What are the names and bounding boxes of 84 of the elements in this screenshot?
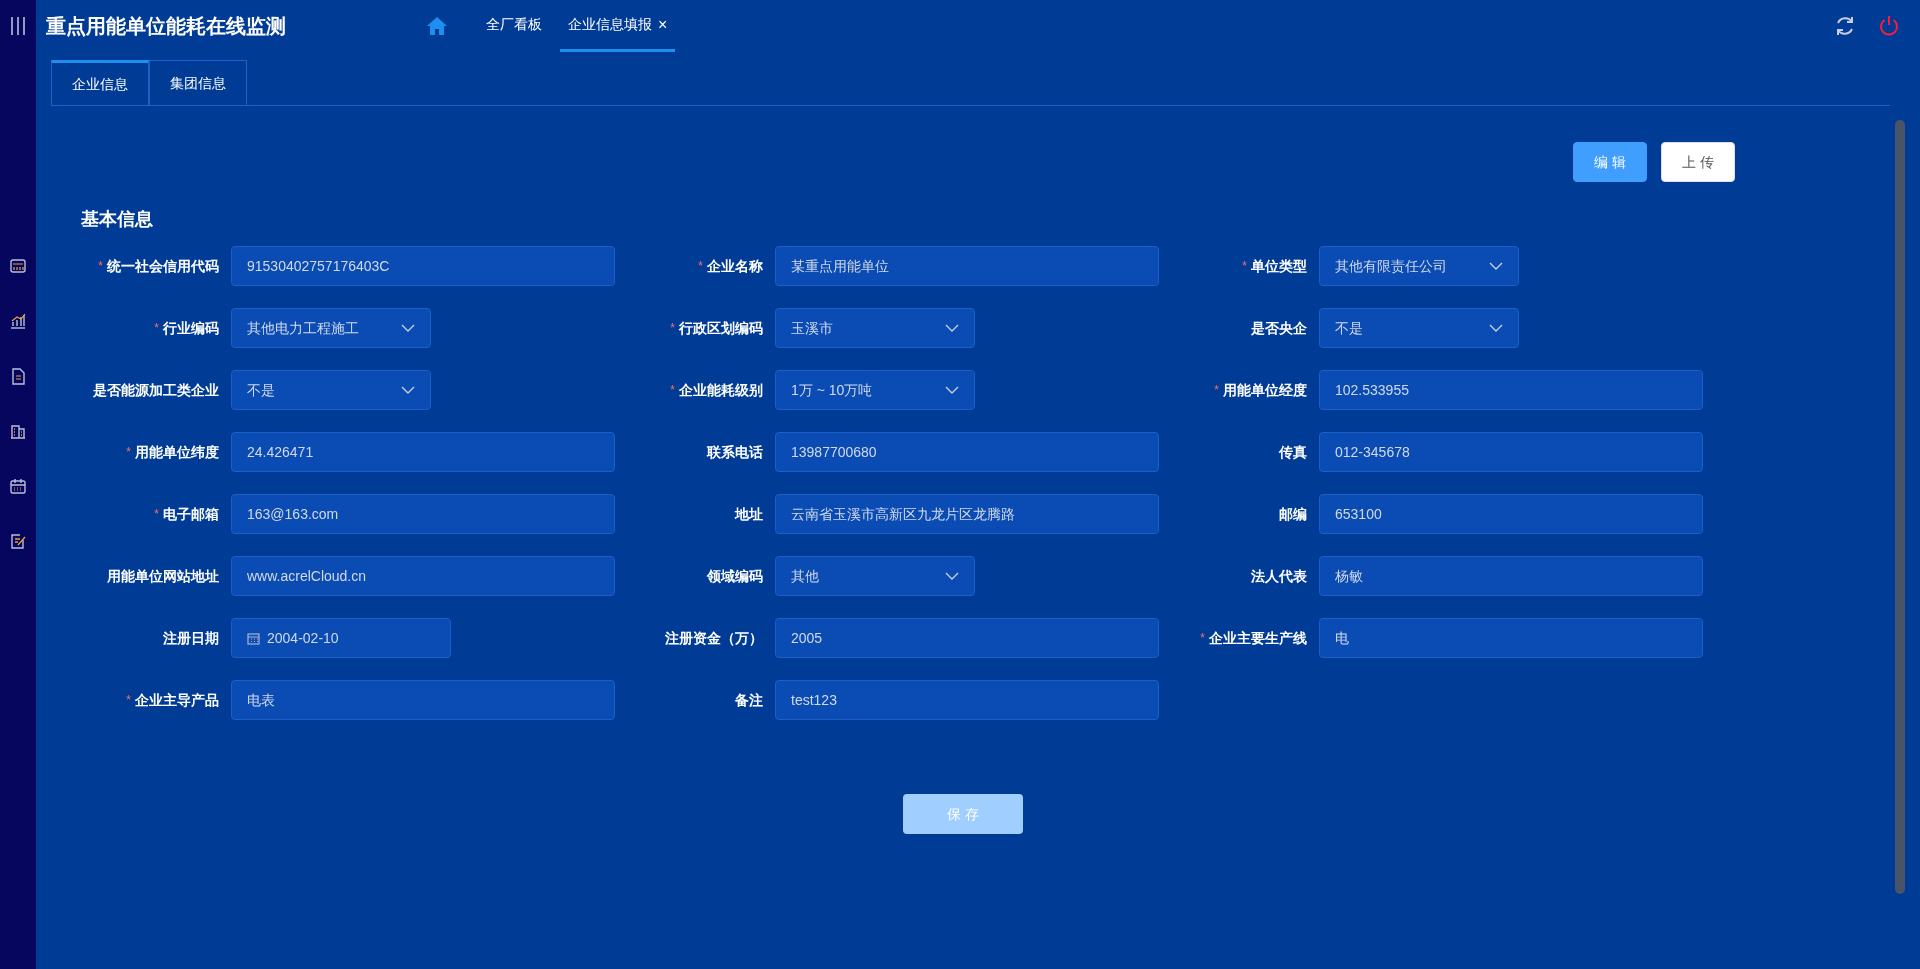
- input-field[interactable]: www.acrelCloud.cn: [231, 556, 615, 596]
- input-field[interactable]: 2005: [775, 618, 1159, 658]
- chevron-down-icon: [945, 572, 959, 580]
- document-icon[interactable]: [9, 367, 27, 385]
- input-field[interactable]: 24.426471: [231, 432, 615, 472]
- required-mark: *: [154, 506, 159, 523]
- select-field[interactable]: 1万 ~ 10万吨: [775, 370, 975, 410]
- close-icon[interactable]: ×: [658, 12, 668, 37]
- field-label: 地址: [735, 504, 763, 524]
- input-field[interactable]: 163@163.com: [231, 494, 615, 534]
- input-field[interactable]: 653100: [1319, 494, 1703, 534]
- select-field[interactable]: 其他: [775, 556, 975, 596]
- input-field[interactable]: 云南省玉溪市高新区九龙片区龙腾路: [775, 494, 1159, 534]
- field-label: 企业主要生产线: [1209, 628, 1307, 648]
- select-field[interactable]: 其他有限责任公司: [1319, 246, 1519, 286]
- input-field[interactable]: 012-345678: [1319, 432, 1703, 472]
- input-field[interactable]: 13987700680: [775, 432, 1159, 472]
- building-icon[interactable]: [9, 422, 27, 440]
- app-title: 重点用能单位能耗在线监测: [46, 14, 287, 39]
- select-field[interactable]: 不是: [1319, 308, 1519, 348]
- input-field[interactable]: 杨敏: [1319, 556, 1703, 596]
- input-field[interactable]: 电表: [231, 680, 615, 720]
- field-label: 邮编: [1279, 504, 1307, 524]
- edit-icon[interactable]: [9, 532, 27, 550]
- select-field[interactable]: 不是: [231, 370, 431, 410]
- field-label: 企业能耗级别: [679, 380, 763, 400]
- chevron-down-icon: [401, 324, 415, 332]
- field-label: 电子邮箱: [163, 504, 219, 524]
- chevron-down-icon: [401, 386, 415, 394]
- select-field[interactable]: 玉溪市: [775, 308, 975, 348]
- input-field[interactable]: 某重点用能单位: [775, 246, 1159, 286]
- field-label: 领域编码: [707, 566, 763, 586]
- field-label: 用能单位经度: [1223, 380, 1307, 400]
- field-label: 企业名称: [707, 256, 763, 276]
- field-label: 传真: [1279, 442, 1307, 462]
- field-label: 行政区划编码: [679, 318, 763, 338]
- tab[interactable]: 企业信息: [51, 60, 149, 105]
- calendar-icon: [247, 631, 260, 645]
- date-field[interactable]: 2004-02-10: [231, 618, 451, 658]
- input-field[interactable]: 102.533955: [1319, 370, 1703, 410]
- bar-chart-icon[interactable]: [9, 312, 27, 330]
- refresh-icon[interactable]: [1834, 15, 1856, 37]
- field-label: 联系电话: [707, 442, 763, 462]
- select-field[interactable]: 其他电力工程施工: [231, 308, 431, 348]
- field-label: 注册资金（万）: [665, 628, 763, 648]
- required-mark: *: [1214, 382, 1219, 399]
- field-label: 统一社会信用代码: [107, 256, 219, 276]
- chevron-down-icon: [945, 386, 959, 394]
- chevron-down-icon: [1489, 262, 1503, 270]
- calendar-icon[interactable]: [9, 477, 27, 495]
- field-label: 单位类型: [1251, 256, 1307, 276]
- chevron-down-icon: [1489, 324, 1503, 332]
- input-field[interactable]: test123: [775, 680, 1159, 720]
- home-icon[interactable]: [426, 16, 448, 36]
- field-label: 注册日期: [163, 628, 219, 648]
- nav-tab[interactable]: 企业信息填报 ×: [560, 0, 676, 52]
- nav-tab[interactable]: 全厂看板: [478, 0, 550, 52]
- chevron-down-icon: [945, 324, 959, 332]
- required-mark: *: [1200, 630, 1205, 647]
- field-label: 企业主导产品: [135, 690, 219, 710]
- tab[interactable]: 集团信息: [149, 60, 247, 105]
- menu-icon[interactable]: [10, 16, 26, 36]
- upload-button[interactable]: 上 传: [1661, 142, 1735, 182]
- required-mark: *: [1242, 258, 1247, 275]
- field-label: 用能单位网站地址: [107, 566, 219, 586]
- field-label: 是否能源加工类企业: [93, 380, 219, 400]
- input-field[interactable]: 91530402757176403C: [231, 246, 615, 286]
- field-label: 法人代表: [1251, 566, 1307, 586]
- section-title: 基本信息: [81, 208, 154, 231]
- field-label: 是否央企: [1251, 318, 1307, 338]
- required-mark: *: [126, 692, 131, 709]
- scrollbar[interactable]: [1895, 120, 1905, 894]
- required-mark: *: [670, 382, 675, 399]
- input-field[interactable]: 电: [1319, 618, 1703, 658]
- field-label: 备注: [735, 690, 763, 710]
- field-label: 用能单位纬度: [135, 442, 219, 462]
- field-label: 行业编码: [163, 318, 219, 338]
- required-mark: *: [98, 258, 103, 275]
- required-mark: *: [698, 258, 703, 275]
- required-mark: *: [126, 444, 131, 461]
- power-icon[interactable]: [1878, 15, 1900, 37]
- required-mark: *: [670, 320, 675, 337]
- required-mark: *: [154, 320, 159, 337]
- calculator-icon[interactable]: [9, 257, 27, 275]
